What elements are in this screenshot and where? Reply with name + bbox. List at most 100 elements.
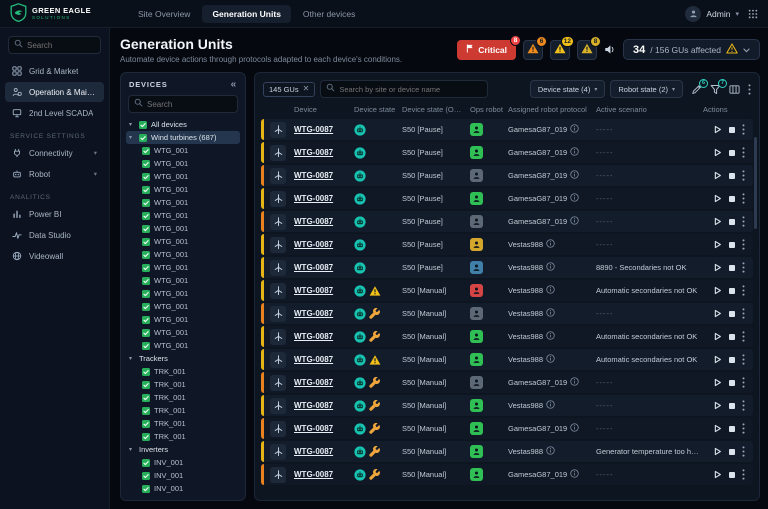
active-filter-chip[interactable]: 145 GUs ✕	[263, 82, 315, 97]
device-link[interactable]: WTG-0087	[294, 424, 350, 433]
checkbox-checked[interactable]	[142, 160, 150, 168]
checkbox-checked[interactable]	[142, 238, 150, 246]
row-menu-button[interactable]	[742, 124, 745, 135]
info-icon[interactable]	[570, 193, 579, 204]
checkbox-checked[interactable]	[139, 121, 147, 129]
stop-button[interactable]	[728, 402, 736, 410]
tree-item-wtg-001[interactable]: WTG_001	[126, 170, 240, 183]
checkbox-checked[interactable]	[142, 303, 150, 311]
device-link[interactable]: WTG-0087	[294, 148, 350, 157]
tree-item-wtg-001[interactable]: WTG_001	[126, 313, 240, 326]
table-row[interactable]: WTG-0087S50 [Pause]GamesaG87_019-----	[261, 188, 753, 209]
column-header-device-state[interactable]: Device state	[354, 105, 398, 114]
gus-affected-summary[interactable]: 34 / 156 GUs affected	[623, 39, 760, 60]
tree-item-inv-001[interactable]: INV_001	[126, 456, 240, 469]
info-icon[interactable]	[546, 285, 555, 296]
row-menu-button[interactable]	[742, 262, 745, 273]
table-search-input[interactable]	[339, 85, 482, 94]
tree-item-wtg-001[interactable]: WTG_001	[126, 196, 240, 209]
row-menu-button[interactable]	[742, 170, 745, 181]
table-row[interactable]: WTG-0087S50 [Manual]Vestas988Automatic s…	[261, 349, 753, 370]
row-menu-button[interactable]	[742, 423, 745, 434]
table-row[interactable]: WTG-0087S50 [Manual]GamesaG87_019-----	[261, 418, 753, 439]
info-icon[interactable]	[570, 216, 579, 227]
table-scrollbar[interactable]	[754, 137, 757, 229]
device-link[interactable]: WTG-0087	[294, 286, 350, 295]
brand-logo[interactable]: GREEN EAGLE SOLUTIONS	[10, 3, 106, 25]
play-button[interactable]	[713, 470, 722, 479]
sidebar-item-data-studio[interactable]: Data Studio	[5, 225, 104, 245]
checkbox-checked[interactable]	[142, 290, 150, 298]
row-menu-button[interactable]	[742, 216, 745, 227]
table-row[interactable]: WTG-0087S50 [Pause]Vestas9888890 - Secon…	[261, 257, 753, 278]
device-link[interactable]: WTG-0087	[294, 125, 350, 134]
checkbox-checked[interactable]	[142, 368, 150, 376]
column-header-assigned-robot-protocol[interactable]: Assigned robot protocol	[508, 105, 592, 114]
play-button[interactable]	[713, 332, 722, 341]
stop-button[interactable]	[728, 310, 736, 318]
kebab-menu-icon[interactable]	[748, 84, 751, 95]
user-name[interactable]: Admin	[706, 9, 730, 19]
tree-item-trk-001[interactable]: TRK_001	[126, 417, 240, 430]
sidebar-item-grid-market[interactable]: Grid & Market	[5, 61, 104, 81]
stop-button[interactable]	[728, 425, 736, 433]
critical-alert-button[interactable]: Critical 8	[457, 40, 516, 60]
stop-button[interactable]	[728, 333, 736, 341]
table-row[interactable]: WTG-0087S50 [Pause]GamesaG87_019-----	[261, 142, 753, 163]
stop-button[interactable]	[728, 471, 736, 479]
warning-alert-chip[interactable]: 6	[523, 40, 543, 60]
tree-item-inv-001[interactable]: INV_001	[126, 482, 240, 494]
play-button[interactable]	[713, 286, 722, 295]
stop-button[interactable]	[728, 287, 736, 295]
table-row[interactable]: WTG-0087S50 [Manual]Vestas988-----	[261, 395, 753, 416]
row-menu-button[interactable]	[742, 239, 745, 250]
warning-alert-chip[interactable]: 8	[577, 40, 597, 60]
tab-other-devices[interactable]: Other devices	[293, 5, 365, 23]
tree-item-wtg-001[interactable]: WTG_001	[126, 261, 240, 274]
tree-item-wtg-001[interactable]: WTG_001	[126, 209, 240, 222]
close-icon[interactable]: ✕	[303, 85, 310, 93]
sidebar-item-connectivity[interactable]: Connectivity▾	[5, 143, 104, 163]
filter-robot-state-2[interactable]: Robot state (2)▾	[610, 80, 683, 98]
info-icon[interactable]	[570, 423, 579, 434]
play-button[interactable]	[713, 148, 722, 157]
column-header-device[interactable]: Device	[294, 105, 350, 114]
tree-item-trk-001[interactable]: TRK_001	[126, 404, 240, 417]
table-row[interactable]: WTG-0087S50 [Manual]Vestas988-----	[261, 303, 753, 324]
row-menu-button[interactable]	[742, 400, 745, 411]
table-row[interactable]: WTG-0087S50 [Manual]Vestas988Automatic s…	[261, 326, 753, 347]
table-row[interactable]: WTG-0087S50 [Manual]Vestas988Automatic s…	[261, 280, 753, 301]
checkbox-checked[interactable]	[142, 225, 150, 233]
sidebar-item-2nd-level-scada[interactable]: 2nd Level SCADA	[5, 103, 104, 123]
info-icon[interactable]	[570, 170, 579, 181]
tree-item-wtg-001[interactable]: WTG_001	[126, 222, 240, 235]
device-link[interactable]: WTG-0087	[294, 447, 350, 456]
play-button[interactable]	[713, 401, 722, 410]
info-icon[interactable]	[546, 400, 555, 411]
checkbox-checked[interactable]	[142, 329, 150, 337]
info-icon[interactable]	[570, 124, 579, 135]
stop-button[interactable]	[728, 379, 736, 387]
tree-item-wtg-001[interactable]: WTG_001	[126, 287, 240, 300]
row-menu-button[interactable]	[742, 354, 745, 365]
row-menu-button[interactable]	[742, 446, 745, 457]
stop-button[interactable]	[728, 195, 736, 203]
device-link[interactable]: WTG-0087	[294, 401, 350, 410]
stop-button[interactable]	[728, 149, 736, 157]
checkbox-checked[interactable]	[142, 199, 150, 207]
device-link[interactable]: WTG-0087	[294, 194, 350, 203]
avatar[interactable]	[685, 6, 701, 22]
checkbox-checked[interactable]	[142, 459, 150, 467]
stop-button[interactable]	[728, 126, 736, 134]
checkbox-checked[interactable]	[142, 433, 150, 441]
tree-item-trk-001[interactable]: TRK_001	[126, 391, 240, 404]
edit-rules-icon[interactable]: 6	[691, 84, 702, 95]
device-link[interactable]: WTG-0087	[294, 171, 350, 180]
info-icon[interactable]	[570, 147, 579, 158]
device-link[interactable]: WTG-0087	[294, 240, 350, 249]
tree-item-trk-001[interactable]: TRK_001	[126, 378, 240, 391]
devices-search-input[interactable]	[147, 100, 232, 109]
tree-item-trk-001[interactable]: TRK_001	[126, 365, 240, 378]
checkbox-checked[interactable]	[142, 277, 150, 285]
tree-item-wtg-001[interactable]: WTG_001	[126, 339, 240, 352]
